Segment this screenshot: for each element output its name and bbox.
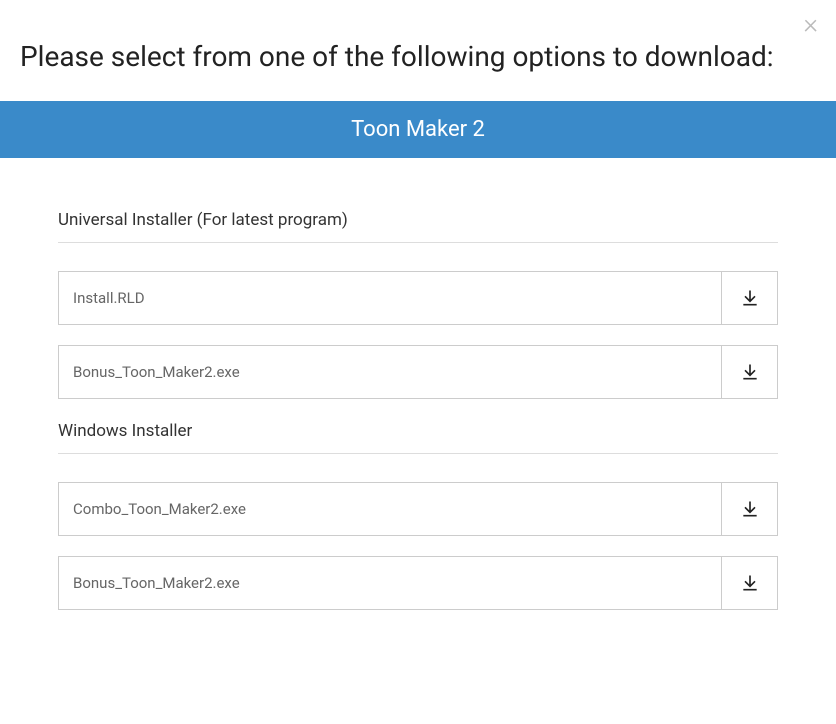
download-row: Combo_Toon_Maker2.exe [58,482,778,536]
download-icon [740,573,760,593]
download-row: Bonus_Toon_Maker2.exe [58,345,778,399]
section-title: Universal Installer (For latest program) [58,210,778,242]
download-filename: Combo_Toon_Maker2.exe [59,483,721,535]
download-row: Bonus_Toon_Maker2.exe [58,556,778,610]
download-button[interactable] [721,557,777,609]
download-filename: Bonus_Toon_Maker2.exe [59,557,721,609]
divider [58,242,778,243]
page-title: Please select from one of the following … [0,0,836,101]
product-banner: Toon Maker 2 [0,101,836,158]
download-sections: Universal Installer (For latest program)… [0,158,836,610]
download-filename: Bonus_Toon_Maker2.exe [59,346,721,398]
download-icon [740,362,760,382]
close-icon[interactable]: × [803,10,818,38]
divider [58,453,778,454]
download-row: Install.RLD [58,271,778,325]
download-filename: Install.RLD [59,272,721,324]
download-button[interactable] [721,346,777,398]
download-button[interactable] [721,483,777,535]
download-icon [740,499,760,519]
download-button[interactable] [721,272,777,324]
download-icon [740,288,760,308]
section-windows-installer: Windows Installer Combo_Toon_Maker2.exe … [58,421,778,610]
section-universal-installer: Universal Installer (For latest program)… [58,210,778,399]
section-title: Windows Installer [58,421,778,453]
